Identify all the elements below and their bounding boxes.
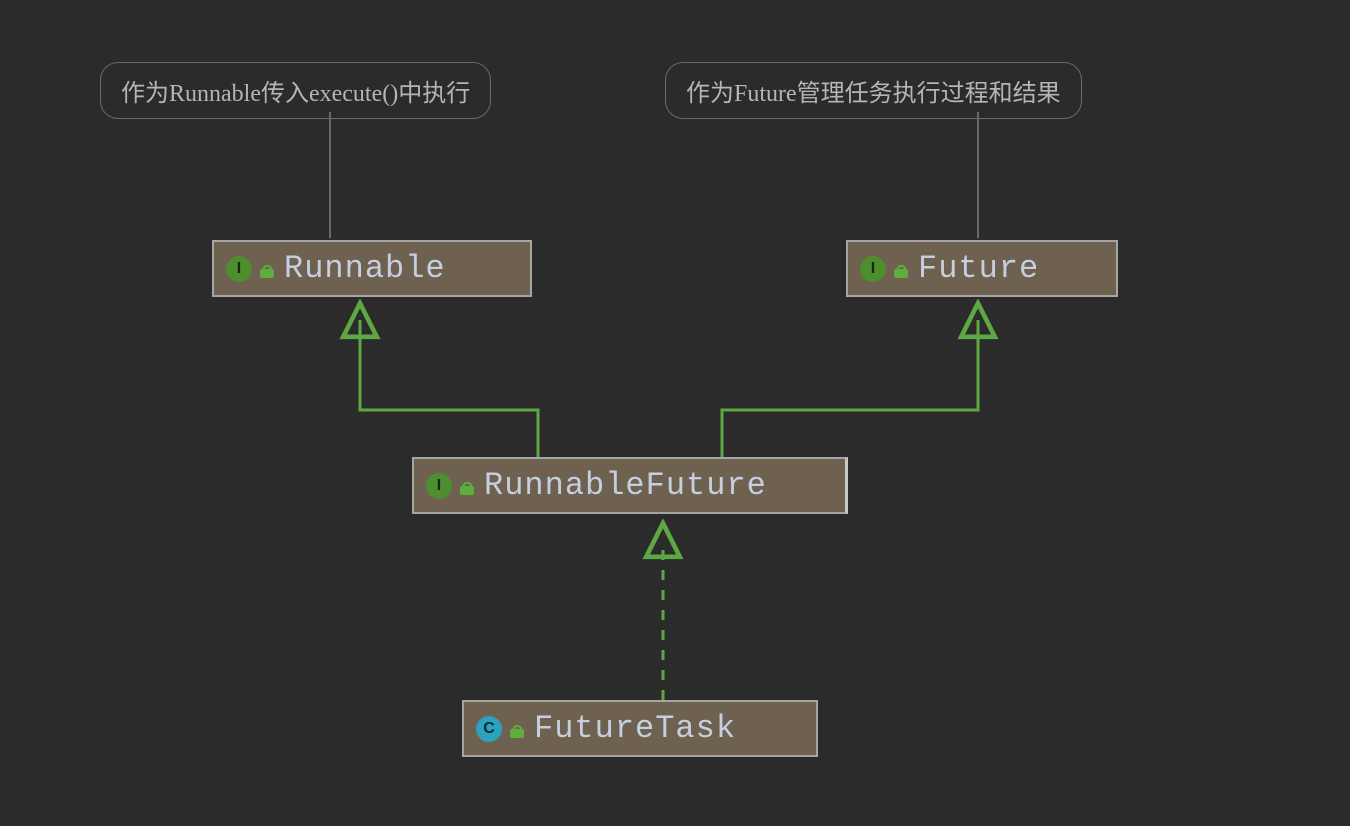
node-runnable: I Runnable bbox=[212, 240, 532, 297]
edge-runnablefuture-runnable bbox=[360, 320, 538, 457]
diagram-canvas: 作为Runnable传入execute()中执行 作为Future管理任务执行过… bbox=[40, 20, 1310, 810]
class-name-label: Runnable bbox=[284, 250, 446, 287]
note-left: 作为Runnable传入execute()中执行 bbox=[100, 62, 491, 119]
class-badge: C bbox=[476, 716, 502, 742]
interface-badge: I bbox=[860, 256, 886, 282]
unlock-icon bbox=[894, 260, 908, 278]
unlock-icon bbox=[510, 720, 524, 738]
node-future: I Future bbox=[846, 240, 1118, 297]
unlock-icon bbox=[460, 477, 474, 495]
class-name-label: Future bbox=[918, 250, 1039, 287]
class-name-label: FutureTask bbox=[534, 710, 736, 747]
connector-svg bbox=[40, 20, 1310, 810]
node-futuretask: C FutureTask bbox=[462, 700, 818, 757]
edge-runnablefuture-future bbox=[722, 320, 978, 457]
node-runnablefuture: I RunnableFuture bbox=[412, 457, 848, 514]
note-right: 作为Future管理任务执行过程和结果 bbox=[665, 62, 1082, 119]
unlock-icon bbox=[260, 260, 274, 278]
interface-badge: I bbox=[426, 473, 452, 499]
class-name-label: RunnableFuture bbox=[484, 467, 767, 504]
interface-badge: I bbox=[226, 256, 252, 282]
